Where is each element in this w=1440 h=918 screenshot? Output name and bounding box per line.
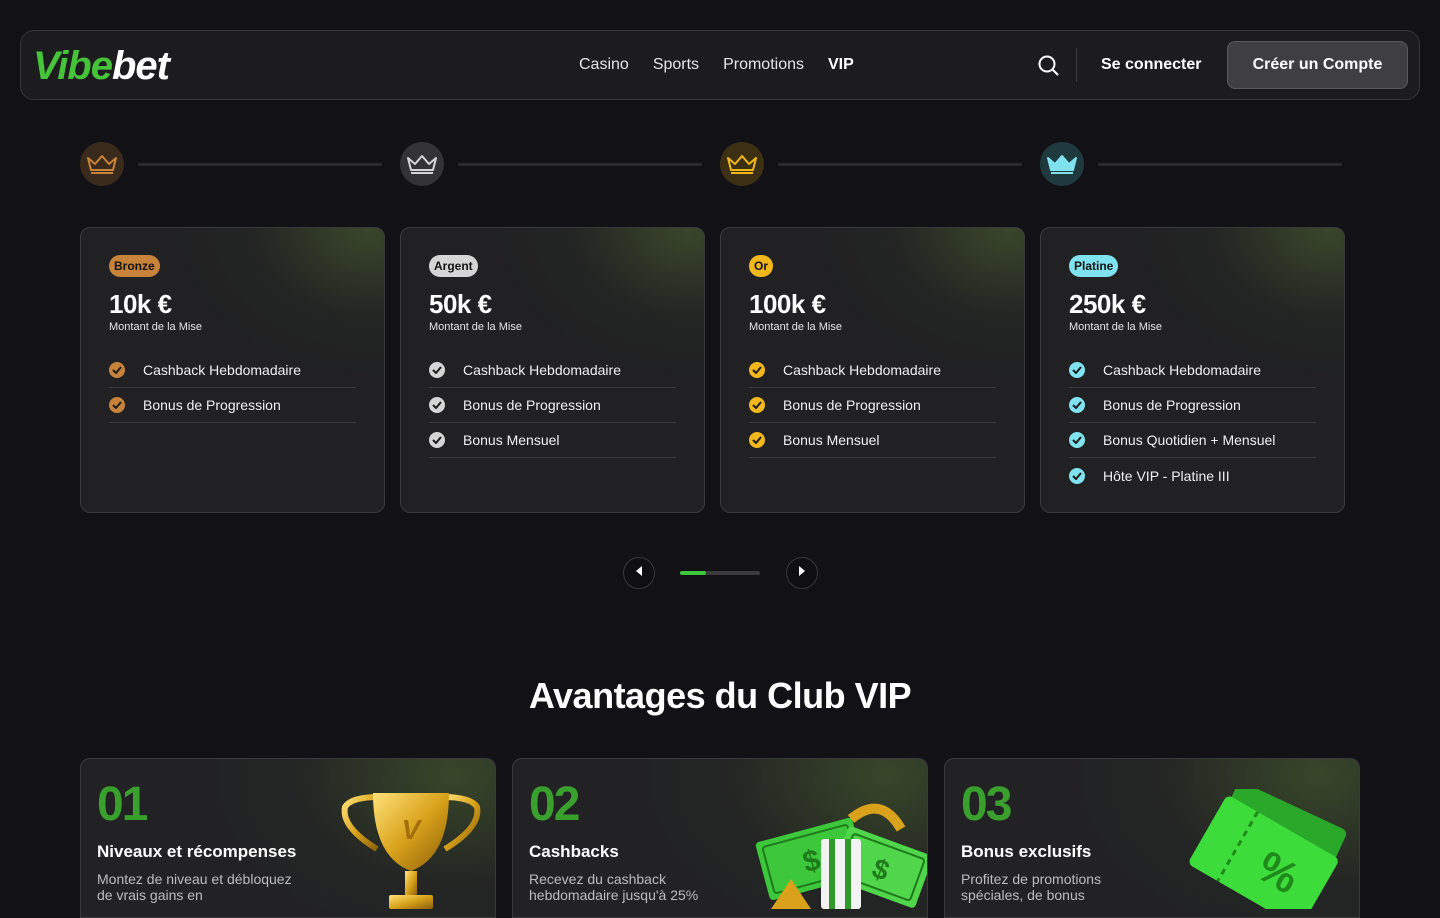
feature-row: Cashback Hebdomadaire xyxy=(1069,353,1316,388)
nav-casino[interactable]: Casino xyxy=(579,53,629,77)
feature-label: Bonus de Progression xyxy=(143,397,281,413)
feature-label: Cashback Hebdomadaire xyxy=(143,362,301,378)
feature-label: Bonus de Progression xyxy=(1103,397,1241,413)
main-nav: Casino Sports Promotions VIP xyxy=(579,53,854,77)
ticket-icon: % xyxy=(1173,782,1359,917)
tier-card-platinum: Platine 250k € Montant de la Mise Cashba… xyxy=(1040,227,1345,513)
login-button[interactable]: Se connecter xyxy=(1101,53,1201,77)
feature-label: Bonus Mensuel xyxy=(783,432,880,448)
feature-row: Bonus Quotidien + Mensuel xyxy=(1069,423,1316,458)
tier-amount: 10k € xyxy=(109,289,172,319)
feature-row: Bonus Mensuel xyxy=(429,423,676,458)
feature-row: Bonus de Progression xyxy=(749,388,996,423)
benefit-card-bonus: 03 Bonus exclusifs Profitez de promotion… xyxy=(944,758,1360,918)
tier-badge: Bronze xyxy=(109,255,160,277)
feature-label: Cashback Hebdomadaire xyxy=(1103,362,1261,378)
carousel-progress-fill xyxy=(680,571,707,575)
tier-badge: Or xyxy=(749,255,774,277)
arrow-right-icon xyxy=(797,564,807,582)
signup-button[interactable]: Créer un Compte xyxy=(1227,41,1408,89)
carousel-prev-button[interactable] xyxy=(623,557,655,589)
check-icon xyxy=(749,432,765,448)
crown-icon-platinum xyxy=(1040,142,1084,186)
vibebet-logo[interactable]: Vibebet xyxy=(33,44,170,88)
check-icon xyxy=(1069,432,1085,448)
crown-icon-silver xyxy=(400,142,444,186)
feature-label: Cashback Hebdomadaire xyxy=(463,362,621,378)
logo-part-bet: bet xyxy=(112,44,170,88)
feature-row: Bonus de Progression xyxy=(109,388,356,423)
tier-track-3 xyxy=(778,163,1022,166)
crown-icon-gold xyxy=(720,142,764,186)
tier-amount-label: Montant de la Mise xyxy=(109,321,202,333)
tier-badge: Argent xyxy=(429,255,478,277)
check-icon xyxy=(429,362,445,378)
feature-label: Cashback Hebdomadaire xyxy=(783,362,941,378)
feature-row: Bonus Mensuel xyxy=(749,423,996,458)
nav-promotions[interactable]: Promotions xyxy=(723,53,804,77)
check-icon xyxy=(1069,467,1085,484)
svg-text:V: V xyxy=(402,814,423,845)
tier-card-gold: Or 100k € Montant de la Mise Cashback He… xyxy=(720,227,1025,513)
benefit-title: Niveaux et récompenses xyxy=(97,842,297,861)
search-icon[interactable] xyxy=(1036,53,1062,79)
feature-row: Bonus de Progression xyxy=(429,388,676,423)
benefit-title: Bonus exclusifs xyxy=(961,842,1092,861)
site-header: Vibebet Casino Sports Promotions VIP Se … xyxy=(20,30,1420,100)
nav-vip[interactable]: VIP xyxy=(828,53,854,77)
check-icon xyxy=(109,362,125,378)
benefits-title: Avantages du Club VIP xyxy=(528,675,912,716)
benefit-description: Profitez de promotions spéciales, de bon… xyxy=(961,871,1102,903)
tier-amount: 100k € xyxy=(749,289,826,319)
tier-amount-label: Montant de la Mise xyxy=(1069,321,1162,333)
carousel-next-button[interactable] xyxy=(786,557,818,589)
check-icon xyxy=(109,397,125,413)
check-icon xyxy=(429,397,445,413)
trophy-icon: V xyxy=(331,787,491,917)
money-icon: $ $ xyxy=(751,799,927,914)
header-divider xyxy=(1076,48,1077,82)
feature-row: Cashback Hebdomadaire xyxy=(109,353,356,388)
tier-amount: 250k € xyxy=(1069,289,1146,319)
check-icon xyxy=(749,397,765,413)
benefit-number: 02 xyxy=(529,778,580,831)
benefit-description: Montez de niveau et débloquez de vrais g… xyxy=(97,871,292,903)
benefit-number: 03 xyxy=(961,778,1012,831)
tier-amount: 50k € xyxy=(429,289,492,319)
benefit-title: Cashbacks xyxy=(529,842,619,861)
benefit-card-cashbacks: 02 Cashbacks Recevez du cashback hebdoma… xyxy=(512,758,928,918)
feature-row: Cashback Hebdomadaire xyxy=(429,353,676,388)
tier-badge: Platine xyxy=(1069,255,1119,277)
feature-label: Bonus Quotidien + Mensuel xyxy=(1103,432,1276,448)
tier-card-silver: Argent 50k € Montant de la Mise Cashback… xyxy=(400,227,705,513)
feature-row: Bonus de Progression xyxy=(1069,388,1316,423)
feature-row: Cashback Hebdomadaire xyxy=(749,353,996,388)
benefit-number: 01 xyxy=(97,778,148,831)
tier-card-bronze: Bronze 10k € Montant de la Mise Cashback… xyxy=(80,227,385,513)
feature-row: Hôte VIP - Platine III xyxy=(1069,458,1316,493)
check-icon xyxy=(749,362,765,378)
check-icon xyxy=(429,432,445,448)
tier-amount-label: Montant de la Mise xyxy=(749,321,842,333)
benefit-card-levels: 01 Niveaux et récompenses Montez de nive… xyxy=(80,758,496,918)
carousel-progress[interactable] xyxy=(680,571,760,575)
benefit-description: Recevez du cashback hebdomadaire jusqu'à… xyxy=(529,871,699,903)
check-icon xyxy=(1069,397,1085,413)
nav-sports[interactable]: Sports xyxy=(653,53,699,77)
feature-label: Bonus de Progression xyxy=(783,397,921,413)
logo-part-vibe: Vibe xyxy=(33,44,113,88)
crown-icon-bronze xyxy=(80,142,124,186)
tier-track-1 xyxy=(138,163,382,166)
feature-label: Hôte VIP - Platine III xyxy=(1103,467,1230,484)
arrow-left-icon xyxy=(634,564,644,582)
check-icon xyxy=(1069,362,1085,378)
tier-track-2 xyxy=(458,163,702,166)
feature-label: Bonus de Progression xyxy=(463,397,601,413)
tier-track-4 xyxy=(1098,163,1342,166)
tier-amount-label: Montant de la Mise xyxy=(429,321,522,333)
feature-label: Bonus Mensuel xyxy=(463,432,560,448)
